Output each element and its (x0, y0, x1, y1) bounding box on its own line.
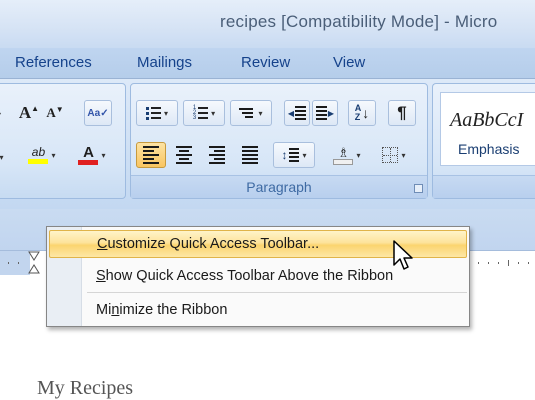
decrease-indent-button[interactable]: ◀ (284, 100, 310, 126)
menu-item-label: Show Quick Access Toolbar Above the Ribb… (96, 268, 394, 284)
line-spacing-icon: ↕ (281, 148, 300, 162)
shading-button[interactable]: ♗ ▾ (326, 142, 368, 168)
paint-bucket-icon: ♗ (333, 146, 354, 165)
align-right-button[interactable] (202, 142, 232, 168)
menu-item-label: Customize Quick Access Toolbar... (97, 236, 320, 252)
bullets-button[interactable]: ▾ (136, 100, 178, 126)
line-spacing-button[interactable]: ↕ ▾ (273, 142, 315, 168)
menu-item-label: Minimize the Ribbon (96, 302, 228, 318)
styles-group-label (433, 175, 535, 198)
decrease-indent-icon: ◀ (288, 106, 307, 120)
paragraph-dialog-launcher[interactable] (414, 184, 423, 193)
tab-mailings[interactable]: Mailings (137, 54, 192, 71)
align-right-icon (209, 146, 225, 164)
increase-indent-button[interactable]: ▶ (312, 100, 338, 126)
justify-icon (242, 146, 258, 164)
title-bar: recipes [Compatibility Mode] - Micro (0, 0, 535, 48)
ribbon-tab-bar: References Mailings Review View (0, 48, 535, 79)
borders-button[interactable]: ▾ (373, 142, 415, 168)
align-center-icon (176, 146, 192, 164)
font-color-icon: A (78, 145, 99, 165)
document-heading[interactable]: My Recipes (37, 377, 133, 400)
shrink-font-icon: A (46, 105, 56, 120)
pilcrow-icon: ¶ (397, 103, 407, 122)
numbering-button[interactable]: 1 2 3 ▾ (183, 100, 225, 126)
show-formatting-marks-button[interactable]: ¶ (388, 100, 416, 126)
borders-icon (382, 147, 399, 163)
numbered-list-icon: 1 2 3 (193, 105, 209, 121)
align-center-button[interactable] (169, 142, 199, 168)
bullet-list-icon (145, 106, 161, 120)
ribbon: ▾ A▲ A▼ Aa✓ ▾ ab ▾ A ▾ (0, 79, 535, 209)
clear-formatting-icon: Aa✓ (87, 107, 109, 119)
sort-button[interactable]: AZ ↓ (348, 100, 376, 126)
paragraph-group: ▾ 1 2 3 ▾ ▾ ◀ ▶ A Z ↓ ¶ ↕ ▾ ♗ ▾ ▾ Paragr… (130, 83, 428, 199)
tab-review[interactable]: Review (241, 54, 290, 71)
mouse-pointer-icon (393, 240, 413, 270)
font-dropdown-arrow[interactable]: ▾ (0, 144, 9, 170)
menu-item-minimize-ribbon[interactable]: Minimize the Ribbon (49, 297, 467, 325)
font-size-dropdown-arrow[interactable]: ▾ (0, 101, 4, 127)
clear-formatting-button[interactable]: Aa✓ (84, 100, 112, 126)
style-emphasis[interactable]: AaBbCcI Emphasis (440, 92, 535, 166)
window-title: recipes [Compatibility Mode] - Micro (220, 12, 498, 31)
justify-button[interactable] (235, 142, 265, 168)
multilevel-list-icon (239, 108, 255, 118)
tab-references[interactable]: References (15, 54, 92, 71)
grow-font-icon: A (18, 103, 32, 122)
multilevel-list-button[interactable]: ▾ (230, 100, 272, 126)
style-name: Emphasis (458, 141, 520, 157)
paragraph-group-label: Paragraph (131, 175, 427, 198)
grow-font-button[interactable]: A ▲ (17, 100, 41, 126)
align-left-button[interactable] (136, 142, 166, 168)
shrink-font-button[interactable]: A ▼ (43, 100, 67, 126)
increase-indent-icon: ▶ (315, 106, 334, 120)
menu-separator (87, 292, 467, 293)
style-sample-text: AaBbCcI (450, 109, 524, 131)
font-group: ▾ A▲ A▼ Aa✓ ▾ ab ▾ A ▾ (0, 83, 126, 199)
highlighter-icon: ab (28, 146, 49, 164)
tab-view[interactable]: View (333, 54, 365, 71)
text-highlight-button[interactable]: ab ▾ (19, 142, 65, 168)
indent-marker-icon (28, 251, 40, 274)
align-left-icon (143, 146, 159, 164)
font-color-button[interactable]: A ▾ (71, 142, 113, 168)
sort-az-icon: AZ ↓ (354, 103, 370, 122)
